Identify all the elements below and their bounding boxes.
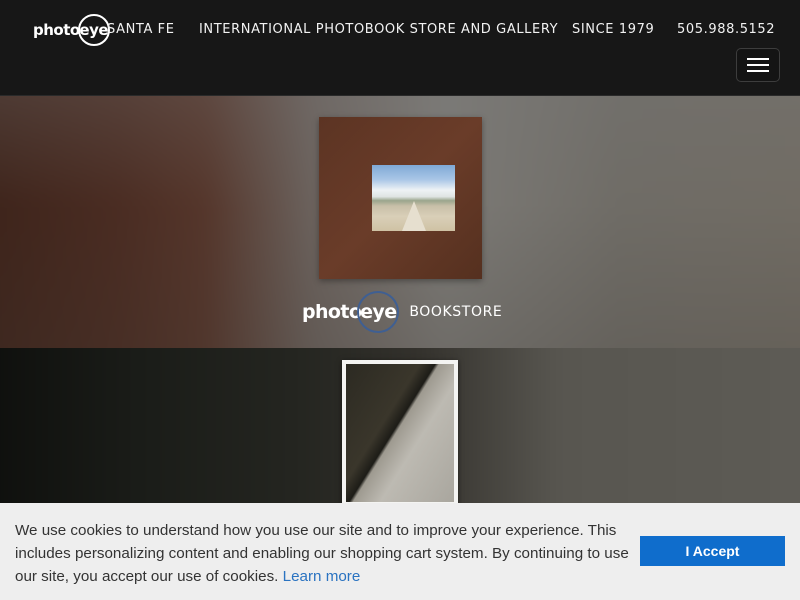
bookstore-label: BOOKSTORE [409,304,503,320]
tagline-text: INTERNATIONAL PHOTOBOOK STORE AND GALLER… [199,22,559,37]
gallery-section[interactable] [0,348,800,508]
since-text: SINCE 1979 [572,22,655,37]
phone-link[interactable]: 505.988.5152 [677,22,775,37]
hamburger-icon[interactable] [736,48,780,82]
bookstore-section[interactable]: photo eye BOOKSTORE [0,96,800,348]
brand-word: photo [302,301,362,323]
accept-cookies-button[interactable]: I Accept [640,536,785,566]
gallery-photo-image [346,364,454,502]
brand-eye-text: eye [360,301,397,323]
site-header: photo eye SANTA FE INTERNATIONAL PHOTOBOO… [0,0,800,96]
brand-eye-circle: eye [357,291,400,333]
logo-eye-text: eye [79,21,109,39]
photo-eye-logo[interactable]: photo eye [33,14,110,46]
location-text: SANTA FE [107,22,175,37]
featured-book-cover[interactable] [319,117,482,279]
logo-eye-circle: eye [77,14,110,46]
featured-gallery-photo[interactable] [342,360,458,506]
bookstore-brand[interactable]: photo eye BOOKSTORE [302,291,502,333]
logo-word: photo [33,21,80,39]
book-cover-photo [372,165,455,231]
learn-more-link[interactable]: Learn more [283,568,361,585]
cookie-message: We use cookies to understand how you use… [15,519,630,588]
cookie-consent-banner: We use cookies to understand how you use… [0,503,800,600]
